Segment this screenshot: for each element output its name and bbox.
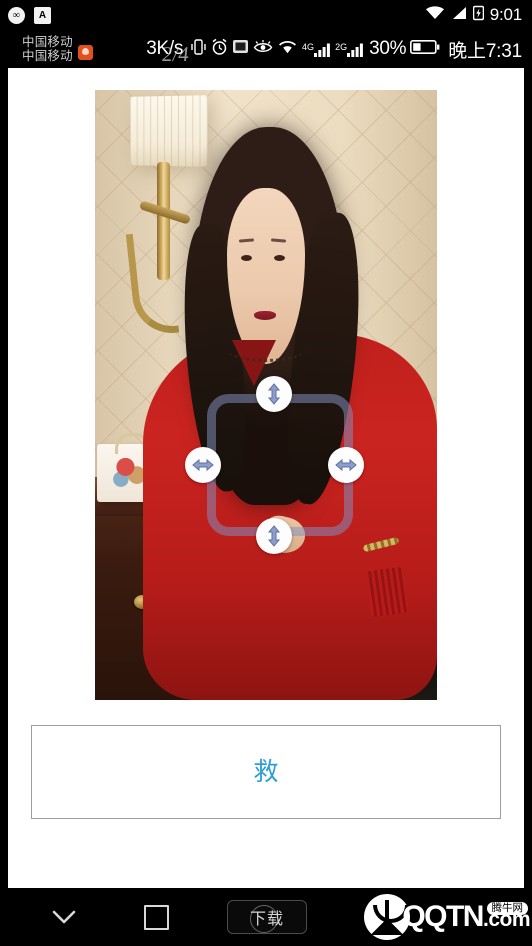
resize-horizontal-handle[interactable] [328,447,364,483]
photo-lips [254,311,277,321]
carrier-secondary-label: 中国移动 [22,49,73,63]
resize-horizontal-handle[interactable] [185,447,221,483]
eye-protect-icon [253,39,273,60]
sim1-network-label: 4G [302,41,315,52]
bull-horn-shape [371,919,404,935]
status-system-area: 9:01 [425,5,532,26]
status-notification-area: ∞ A [0,6,51,24]
site-watermark: QQTN.com 腾牛网 [364,890,531,944]
download-button-label: 下载 [249,911,284,928]
battery-icon [410,39,440,60]
expanded-status-row: 中国移动 中国移动 3K/s 4G 2G 30% 晚上7:31 2/4 [0,30,532,68]
square-icon [143,904,169,930]
phone-screen: ∞ A 9:01 中国移动 中国移动 3K/s 4G 2G 30% 晚上7:31… [0,0,532,946]
message-badge-icon [77,45,93,60]
cellular-data-icon: ∞ [8,6,25,24]
photo-brow [239,238,255,243]
photo-lampshade [129,95,208,167]
chevron-down-icon [52,910,76,924]
signal-icon [451,6,467,25]
screenshot-icon [232,38,249,60]
app-badge-icon: A [34,6,51,24]
battery-icon [472,5,485,26]
status-icon-tray: 3K/s 4G 2G 30% 晚上7:31 2/4 [146,36,532,66]
system-status-bar: ∞ A 9:01 [0,0,532,30]
back-button[interactable] [18,888,110,946]
signal-bars-icon [347,43,363,57]
watermark-site-name: QQTN [402,900,484,933]
photo-eye [240,254,252,261]
photo-brow [271,238,287,243]
carrier-info: 中国移动 中国移动 [0,35,93,63]
sim1-signal: 4G [302,42,331,57]
system-navigation-bar: 下载 QQTN.com 腾牛网 [0,888,532,946]
carrier-primary-label: 中国移动 [22,35,73,49]
alarm-clock-icon [211,38,228,61]
sim2-network-label: 2G [335,41,348,52]
recognized-text-value: 救 [253,757,279,786]
watermark-text: QQTN.com 腾牛网 [402,902,530,932]
photo-eye [273,254,285,261]
signal-bars-icon [314,43,330,57]
photo-cuff [365,566,410,618]
wifi-icon [277,39,298,60]
app-content: 救 [8,68,524,888]
download-button[interactable]: 下载 [227,900,307,934]
wifi-icon [425,5,445,25]
status-time-label: 晚上7:31 [448,40,522,62]
vibrate-icon [190,38,207,61]
battery-percent-label: 30% [369,38,407,59]
sim2-signal: 2G [335,42,364,57]
recents-button[interactable] [110,888,202,946]
watermark-badge: 腾牛网 [486,902,528,915]
photo-necklace [226,337,306,363]
resize-vertical-handle[interactable] [256,376,292,412]
recognized-text-box[interactable]: 救 [31,725,501,819]
resize-vertical-handle[interactable] [256,518,292,554]
network-speed-label: 3K/s [146,38,184,59]
status-clock: 9:01 [489,5,522,24]
